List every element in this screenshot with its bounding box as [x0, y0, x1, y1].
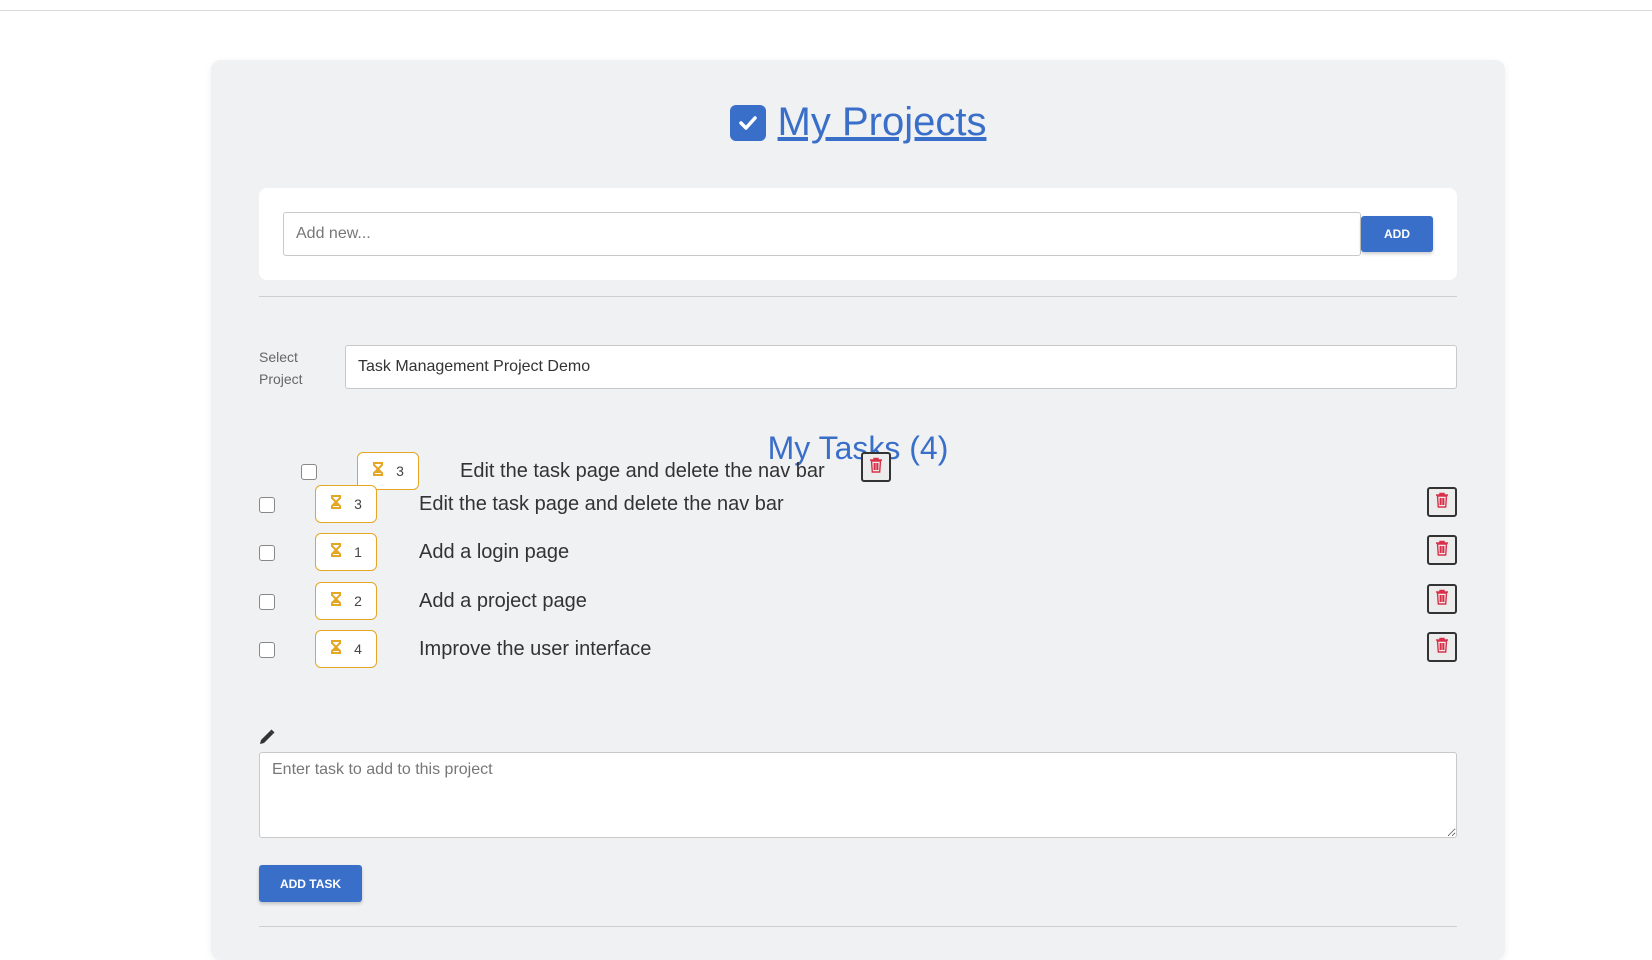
new-task-textarea[interactable] — [259, 752, 1457, 838]
add-project-input[interactable] — [283, 212, 1361, 256]
priority-badge: 1 — [315, 533, 377, 571]
task-checkbox[interactable] — [301, 464, 317, 480]
projects-card: My Projects ADD Select Project Task Mana… — [211, 60, 1505, 960]
priority-value: 2 — [354, 593, 362, 609]
add-task-button[interactable]: ADD TASK — [259, 865, 362, 902]
task-text: Improve the user interface — [419, 638, 652, 660]
add-project-button[interactable]: ADD — [1361, 216, 1433, 252]
priority-value: 3 — [396, 463, 404, 479]
add-project-panel: ADD — [259, 188, 1457, 280]
select-project-label: Select Project — [259, 349, 303, 387]
trash-icon — [1435, 492, 1449, 513]
divider — [259, 296, 1457, 297]
delete-task-button[interactable] — [1427, 632, 1457, 662]
priority-value: 3 — [354, 496, 362, 512]
top-border — [0, 10, 1652, 11]
trash-icon — [1435, 637, 1449, 658]
task-text: Add a project page — [419, 590, 587, 612]
delete-task-button[interactable] — [1427, 584, 1457, 614]
task-checkbox[interactable] — [259, 545, 275, 561]
trash-icon — [1435, 589, 1449, 610]
task-checkbox[interactable] — [259, 594, 275, 610]
delete-task-button[interactable] — [1427, 487, 1457, 517]
trash-icon — [869, 457, 883, 478]
hourglass-icon — [330, 542, 342, 562]
priority-badge: 2 — [315, 582, 377, 620]
trash-icon — [1435, 540, 1449, 561]
priority-value: 1 — [354, 544, 362, 560]
pencil-icon — [258, 728, 276, 751]
priority-value: 4 — [354, 641, 362, 657]
task-checkbox[interactable] — [259, 642, 275, 658]
task-text: Edit the task page and delete the nav ba… — [419, 493, 784, 515]
task-item[interactable]: 1 Add a login page — [259, 533, 1457, 573]
priority-badge: 3 — [315, 485, 377, 523]
task-checkbox[interactable] — [259, 497, 275, 513]
selected-project: Task Management Project Demo — [358, 358, 591, 375]
task-item[interactable]: 4 Improve the user interface — [259, 630, 1457, 670]
hourglass-icon — [372, 461, 384, 481]
hourglass-icon — [330, 494, 342, 514]
page-header: My Projects — [211, 100, 1505, 145]
hourglass-icon — [330, 639, 342, 659]
bottom-divider — [259, 926, 1457, 927]
page-title[interactable]: My Projects — [778, 100, 987, 145]
project-select[interactable]: Task Management Project Demo — [345, 345, 1457, 389]
delete-task-button[interactable] — [861, 452, 891, 482]
task-text: Edit the task page and delete the nav ba… — [460, 460, 825, 482]
delete-task-button[interactable] — [1427, 535, 1457, 565]
checkbox-icon — [729, 104, 766, 141]
task-item[interactable]: 2 Add a project page — [259, 582, 1457, 622]
task-text: Add a login page — [419, 541, 570, 563]
hourglass-icon — [330, 591, 342, 611]
priority-badge: 4 — [315, 630, 377, 668]
task-item[interactable]: 3 Edit the task page and delete the nav … — [259, 485, 1457, 525]
